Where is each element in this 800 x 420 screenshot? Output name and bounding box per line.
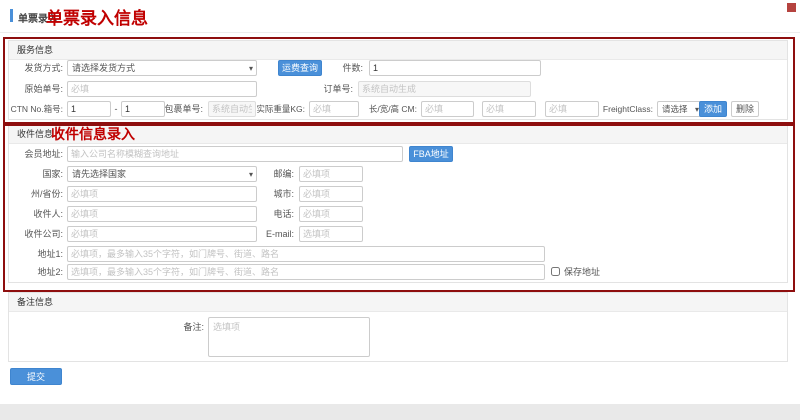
add-row-button[interactable]: 添加 [699,101,727,117]
ctn-from-input[interactable] [67,101,111,117]
email-label: E-mail: [244,226,294,242]
order-no-label: 订单号: [299,81,353,97]
city-input[interactable] [299,186,363,202]
service-section-title: 服务信息 [17,45,53,55]
annotation-recipient-title: 收件信息录入 [51,125,135,143]
shipping-method-value: 请选择发货方式 [72,63,135,73]
city-label: 城市: [244,186,294,202]
recipient-name-label: 收件人: [9,206,63,222]
company-label: 收件公司: [9,226,63,242]
service-info-panel: 服务信息 发货方式: 请选择发货方式 ▾ 运费查询 件数: 原始单号: 订单号:… [8,40,788,120]
freight-class-value: 请选择 [662,104,688,114]
remark-section-header: 备注信息 [9,293,787,312]
state-label: 州/省份: [9,186,63,202]
member-address-input[interactable] [67,146,403,162]
package-no-label: 包裹单号: [149,101,203,117]
single-ticket-entry-page: 单票录入 单票录入信息 服务信息 发货方式: 请选择发货方式 ▾ 运费查询 件数… [0,0,800,420]
recipient-name-input[interactable] [67,206,257,222]
service-section-header: 服务信息 [9,41,787,60]
corner-marker [787,3,796,12]
length-input[interactable] [421,101,474,117]
fba-address-button[interactable]: FBA地址 [409,146,453,162]
state-input[interactable] [67,186,257,202]
recipient-section-title: 收件信息 [17,129,53,139]
save-address-checkbox[interactable] [551,267,560,276]
footer-bar [0,404,800,420]
address1-label: 地址1: [9,246,63,262]
delete-row-button[interactable]: 删除 [731,101,759,117]
save-address-label: 保存地址 [564,266,600,278]
pieces-label: 件数: [309,60,363,76]
email-input[interactable] [299,226,363,242]
page-header: 单票录入 单票录入信息 [0,0,800,33]
remark-label: 备注: [154,319,204,335]
phone-label: 电话: [244,206,294,222]
country-value: 请先选择国家 [72,169,126,179]
shipping-method-label: 发货方式: [9,60,63,76]
zip-input[interactable] [299,166,363,182]
company-input[interactable] [67,226,257,242]
address1-input[interactable] [67,246,545,262]
remark-textarea[interactable] [208,317,370,357]
member-address-label: 会员地址: [9,146,63,162]
submit-button[interactable]: 提交 [10,368,62,385]
freight-class-select[interactable]: 请选择 ▾ [657,101,703,117]
country-select[interactable]: 请先选择国家 ▾ [67,166,257,182]
address2-input[interactable] [67,264,545,280]
recipient-section-header: 收件信息 收件信息录入 [9,125,787,144]
zip-label: 邮编: [244,166,294,182]
phone-input[interactable] [299,206,363,222]
freight-class-label: FreightClass: [595,101,653,117]
remark-panel: 备注信息 备注: [8,292,788,362]
weight-input[interactable] [309,101,359,117]
pieces-input[interactable] [369,60,541,76]
dimensions-label: 长/宽/高 CM: [361,101,417,117]
weight-label: 实际重量KG: [249,101,305,117]
country-label: 国家: [9,166,63,182]
annotation-page-title: 单票录入信息 [46,4,148,29]
address2-label: 地址2: [9,264,63,280]
title-accent-bar [10,9,13,22]
ctn-no-label: CTN No.箱号: [3,101,63,117]
order-no-input [358,81,531,97]
original-no-label: 原始单号: [9,81,63,97]
height-input[interactable] [545,101,599,117]
remark-section-title: 备注信息 [17,297,53,307]
recipient-info-panel: 收件信息 收件信息录入 会员地址: FBA地址 国家: 请先选择国家 ▾ 邮编:… [8,124,788,283]
chevron-down-icon: ▾ [249,62,253,76]
ctn-separator: - [112,101,120,117]
original-no-input[interactable] [67,81,257,97]
width-input[interactable] [482,101,536,117]
shipping-method-select[interactable]: 请选择发货方式 ▾ [67,60,257,76]
